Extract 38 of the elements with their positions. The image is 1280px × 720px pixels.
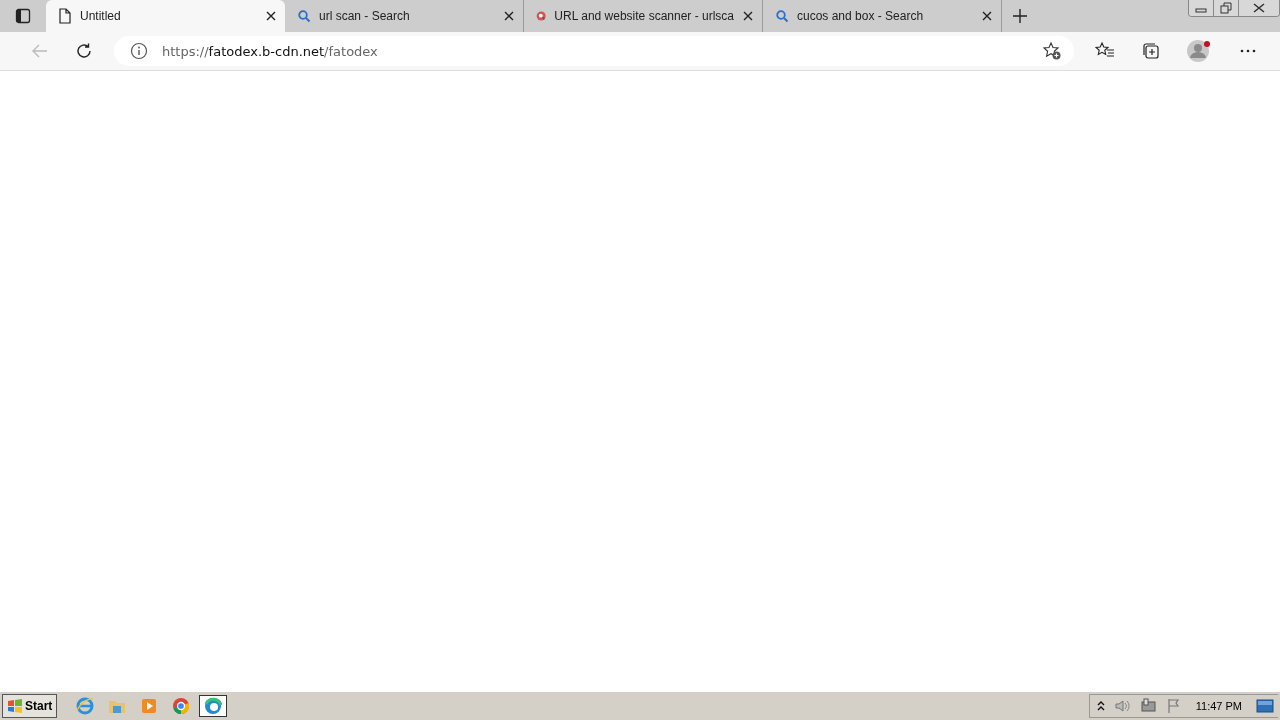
tab-title: cucos and box - Search [797, 9, 925, 23]
chrome-logo-icon [172, 697, 191, 715]
plus-icon[interactable] [1012, 8, 1028, 24]
search-icon [775, 9, 789, 23]
url-text: https://fatodex.b-cdn.net/fatodex [162, 43, 379, 59]
page-icon [58, 8, 72, 24]
windows-logo-icon [7, 699, 23, 713]
start-button[interactable]: Start [2, 694, 58, 718]
edge-logo-icon [204, 697, 223, 715]
search-icon [297, 9, 311, 23]
close-icon[interactable] [981, 10, 993, 22]
tab-title: URL and website scanner - urlsca [554, 9, 734, 23]
clock-text[interactable]: 11:47 PM [1195, 700, 1242, 712]
profile-avatar-icon[interactable] [1187, 39, 1213, 63]
tab-actions-icon [15, 8, 31, 24]
restore-icon [1220, 2, 1232, 14]
e-logo-icon [76, 697, 95, 715]
show-desktop-icon[interactable] [1256, 698, 1274, 714]
play-icon [141, 698, 158, 714]
close-icon[interactable] [742, 10, 754, 22]
info-icon[interactable] [130, 42, 148, 60]
minimize-button[interactable] [1189, 0, 1214, 16]
close-window-button[interactable] [1239, 0, 1279, 16]
refresh-icon[interactable] [75, 42, 93, 60]
folder-icon [108, 698, 127, 714]
network-icon[interactable] [1139, 698, 1158, 714]
taskbar-app-button[interactable] [199, 695, 228, 717]
restore-button[interactable] [1214, 0, 1239, 16]
browser-tab[interactable]: Untitled [46, 0, 285, 32]
address-bar[interactable]: https://fatodex.b-cdn.net/fatodex [114, 36, 1074, 66]
tab-title: url scan - Search [319, 9, 411, 23]
star-plus-icon[interactable] [1042, 41, 1062, 61]
tab-title: Untitled [80, 9, 122, 23]
collections-icon[interactable] [1141, 41, 1161, 61]
chevron-up-icon[interactable] [1095, 700, 1106, 712]
close-icon[interactable] [265, 10, 277, 22]
close-icon[interactable] [503, 10, 515, 22]
close-icon [1253, 3, 1265, 13]
